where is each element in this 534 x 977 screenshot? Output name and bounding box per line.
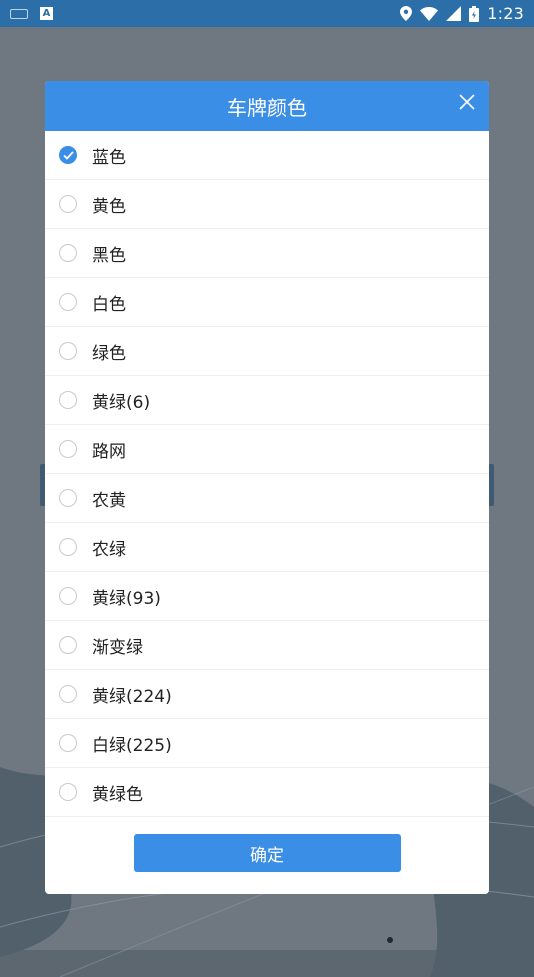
radio-unchecked-icon[interactable]: [59, 342, 77, 360]
location-icon: [400, 6, 413, 21]
option-item[interactable]: 黄色: [45, 180, 489, 229]
option-item[interactable]: 黄绿(6): [45, 376, 489, 425]
option-label: 黄绿(224): [92, 686, 172, 707]
option-label: 蓝色: [92, 147, 126, 168]
radio-unchecked-icon[interactable]: [59, 587, 77, 605]
option-item[interactable]: 黄绿色: [45, 768, 489, 817]
dialog-footer: 确定: [45, 816, 489, 894]
status-bar-left: A: [10, 7, 53, 20]
radio-unchecked-icon[interactable]: [59, 636, 77, 654]
option-item[interactable]: 渐变绿: [45, 621, 489, 670]
radio-unchecked-icon[interactable]: [59, 538, 77, 556]
option-item[interactable]: 白色: [45, 278, 489, 327]
option-item[interactable]: 黑色: [45, 229, 489, 278]
radio-unchecked-icon[interactable]: [59, 244, 77, 262]
option-label: 路网: [92, 441, 126, 462]
radio-unchecked-icon[interactable]: [59, 783, 77, 801]
radio-unchecked-icon[interactable]: [59, 391, 77, 409]
option-item[interactable]: 路网: [45, 425, 489, 474]
option-label: 黄绿(6): [92, 392, 151, 413]
option-item[interactable]: 白绿(225): [45, 719, 489, 768]
option-item[interactable]: 蓝色: [45, 131, 489, 180]
signal-icon: [446, 6, 462, 21]
option-item[interactable]: 农绿: [45, 523, 489, 572]
keyboard-icon: [10, 8, 28, 19]
option-item[interactable]: 农黄: [45, 474, 489, 523]
option-label: 黑色: [92, 245, 126, 266]
status-bar: A 1:23: [0, 0, 534, 27]
option-label: 白色: [92, 294, 126, 315]
plate-color-dialog: 车牌颜色 蓝色黄色黑色白色绿色黄绿(6) 路网农黄农绿黄绿(93) 渐变绿黄绿(22…: [45, 81, 489, 894]
radio-unchecked-icon[interactable]: [59, 734, 77, 752]
option-item[interactable]: 黄绿(224): [45, 670, 489, 719]
confirm-button[interactable]: 确定: [133, 834, 401, 872]
option-label: 农黄: [92, 490, 126, 511]
radio-unchecked-icon[interactable]: [59, 293, 77, 311]
option-label: 黄绿色: [92, 784, 143, 805]
option-list: 蓝色黄色黑色白色绿色黄绿(6) 路网农黄农绿黄绿(93) 渐变绿黄绿(224) 白绿(…: [45, 131, 489, 817]
clock: 1:23: [487, 4, 524, 23]
option-label: 绿色: [92, 343, 126, 364]
a-icon: A: [40, 7, 53, 20]
option-label: 农绿: [92, 539, 126, 560]
option-item[interactable]: 绿色: [45, 327, 489, 376]
option-item[interactable]: 黄绿(93): [45, 572, 489, 621]
option-label: 渐变绿: [92, 637, 143, 658]
dialog-header: 车牌颜色: [45, 81, 489, 131]
radio-unchecked-icon[interactable]: [59, 489, 77, 507]
status-bar-right: 1:23: [400, 4, 524, 23]
option-label: 黄绿(93): [92, 588, 161, 609]
radio-unchecked-icon[interactable]: [59, 195, 77, 213]
radio-unchecked-icon[interactable]: [59, 685, 77, 703]
radio-checked-icon[interactable]: [59, 146, 77, 164]
option-label: 白绿(225): [92, 735, 172, 756]
option-label: 黄色: [92, 196, 126, 217]
wifi-icon: [420, 6, 439, 21]
battery-icon: [469, 5, 480, 22]
dialog-title: 车牌颜色: [227, 95, 307, 120]
close-icon[interactable]: [457, 92, 477, 112]
radio-unchecked-icon[interactable]: [59, 440, 77, 458]
